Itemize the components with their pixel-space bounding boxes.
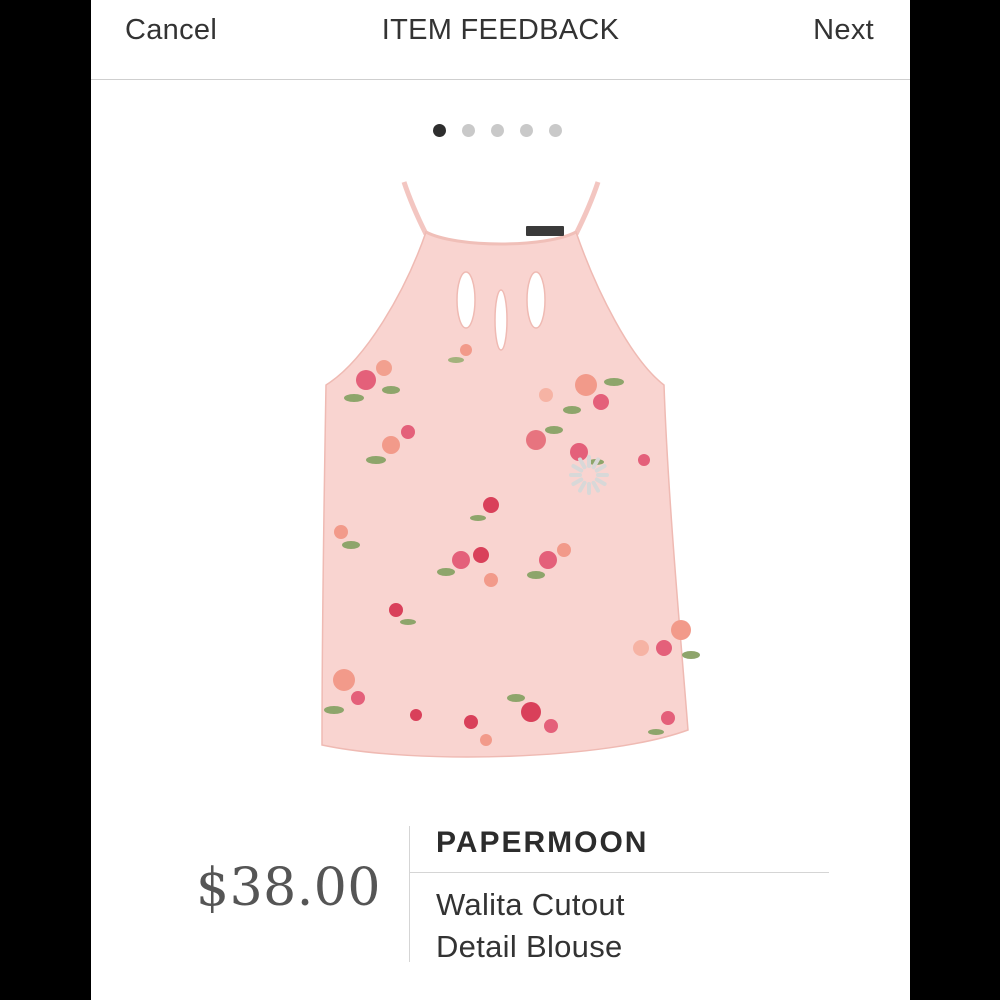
next-button[interactable]: Next xyxy=(813,14,874,47)
right-cutout xyxy=(526,271,546,329)
item-name-line-1: Walita Cutout xyxy=(436,887,625,922)
page-title: ITEM FEEDBACK xyxy=(381,14,620,46)
item-name-line-2: Detail Blouse xyxy=(436,929,623,964)
right-strap xyxy=(573,181,601,236)
item-feedback-screen: Cancel ITEM FEEDBACK Next $38.00 PAPERMO… xyxy=(91,0,910,1000)
left-cutout xyxy=(456,271,476,329)
item-name: Walita Cutout Detail Blouse xyxy=(436,884,756,968)
center-keyhole xyxy=(494,289,508,351)
brand-name: PAPERMOON xyxy=(436,826,649,859)
pager-dot-1[interactable] xyxy=(433,124,446,137)
pager-dot-4[interactable] xyxy=(520,124,533,137)
vertical-divider xyxy=(409,826,410,962)
image-pager xyxy=(433,124,562,137)
brand-tag xyxy=(526,226,564,236)
product-image[interactable] xyxy=(296,170,706,790)
left-strap xyxy=(401,181,429,236)
halter-top-illustration xyxy=(321,181,700,758)
horizontal-divider xyxy=(409,872,829,873)
top-nav-bar: Cancel ITEM FEEDBACK Next xyxy=(91,0,910,80)
item-price: $38.00 xyxy=(196,858,381,918)
pager-dot-5[interactable] xyxy=(549,124,562,137)
pager-dot-3[interactable] xyxy=(491,124,504,137)
pager-dot-2[interactable] xyxy=(462,124,475,137)
